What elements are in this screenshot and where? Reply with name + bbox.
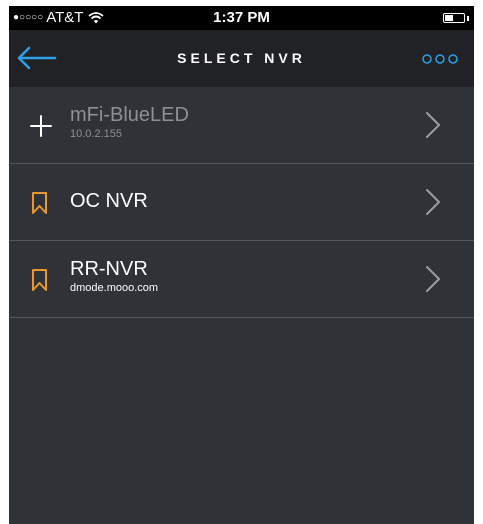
battery-level [445, 15, 453, 21]
nvr-item-rr-nvr[interactable]: RR-NVR dmode.mooo.com [9, 241, 474, 318]
page-title: SELECT NVR [177, 50, 306, 66]
chevron-right-icon [425, 188, 441, 216]
nvr-item-text: RR-NVR dmode.mooo.com [70, 258, 158, 294]
nvr-address: dmode.mooo.com [70, 282, 159, 294]
bookmark-icon [29, 269, 53, 291]
nvr-name: OC NVR [70, 190, 148, 212]
chevron-right-icon [425, 111, 441, 139]
nvr-item-text: OC NVR [70, 190, 148, 213]
nvr-item-oc-nvr[interactable]: OC NVR [9, 164, 474, 241]
nvr-name: RR-NVR [70, 258, 148, 280]
bookmark-icon [29, 192, 53, 214]
nvr-address: 10.0.2.155 [70, 128, 122, 140]
battery-icon [443, 13, 465, 23]
status-time: 1:37 PM [213, 9, 270, 26]
more-dots-icon [422, 54, 458, 64]
nvr-item-text: mFi-BlueLED 10.0.2.155 [70, 104, 189, 140]
battery-nub [467, 16, 469, 21]
plus-icon [29, 115, 53, 137]
chevron-right-icon [425, 265, 441, 293]
nvr-list: mFi-BlueLED 10.0.2.155 OC NVR RR-NVR dmo… [9, 87, 474, 318]
more-button[interactable] [420, 52, 460, 66]
status-bar: ●○○○○ AT&T 1:37 PM [9, 6, 474, 30]
app-screen: ●○○○○ AT&T 1:37 PM SELECT NVR mFi-BlueLE… [9, 6, 474, 524]
nvr-name: mFi-BlueLED [70, 104, 189, 126]
nvr-item-mfi-blueled[interactable]: mFi-BlueLED 10.0.2.155 [9, 87, 474, 164]
nav-bar: SELECT NVR [9, 30, 474, 87]
